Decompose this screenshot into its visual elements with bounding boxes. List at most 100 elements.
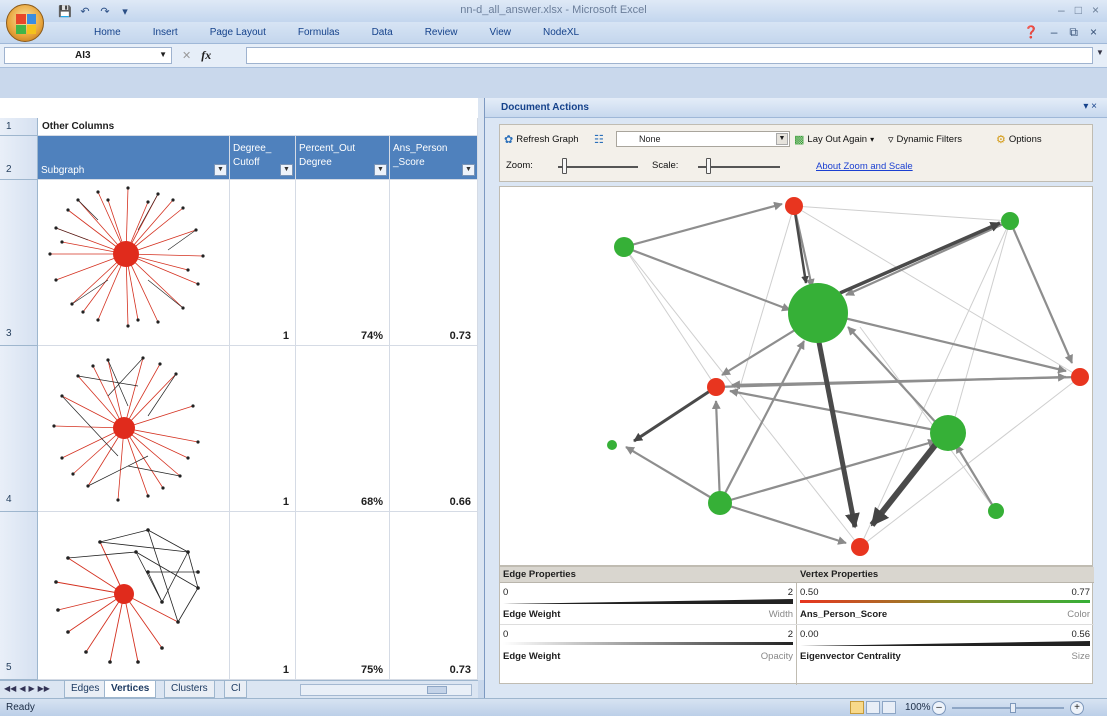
- tab-nodexl[interactable]: NodeXL: [527, 26, 595, 40]
- header-subgraph[interactable]: Subgraph ▼: [38, 136, 230, 180]
- workbook-close-button[interactable]: ×: [1090, 25, 1097, 40]
- horizontal-scrollbar[interactable]: [300, 684, 472, 696]
- dynamic-filters-label: Dynamic Filters: [896, 133, 962, 145]
- header-degree-cutoff[interactable]: Degree_ Cutoff ▼: [230, 136, 296, 180]
- filter-dropdown-icon[interactable]: ▼: [280, 164, 293, 176]
- row-header-3[interactable]: 3: [0, 180, 38, 346]
- close-button[interactable]: ×: [1092, 3, 1099, 17]
- last-sheet-icon[interactable]: ▶▶: [38, 684, 50, 693]
- subgraph-image-cell[interactable]: [38, 512, 230, 680]
- sheet-tab-cl[interactable]: Cl: [224, 681, 248, 698]
- other-columns-label[interactable]: Other Columns: [38, 118, 230, 136]
- filter-dropdown-icon[interactable]: ▼: [214, 164, 227, 176]
- cell-ans-person-score[interactable]: 0.73: [390, 512, 478, 680]
- prev-sheet-icon[interactable]: ◀: [19, 684, 25, 693]
- vertex-size-mapping[interactable]: Eigenvector Centrality Size: [797, 649, 1094, 667]
- normal-view-button[interactable]: [850, 701, 864, 714]
- lay-out-again-button[interactable]: ▩ Lay Out Again ▾: [794, 131, 874, 147]
- dynamic-filters-button[interactable]: ▿ Dynamic Filters: [888, 131, 962, 147]
- zoom-level[interactable]: 100%: [905, 702, 931, 713]
- formula-input[interactable]: [246, 47, 1093, 64]
- filter-dropdown-icon[interactable]: ▼: [374, 164, 387, 176]
- name-box[interactable]: AI3 ▼: [4, 47, 172, 64]
- tab-review[interactable]: Review: [409, 26, 474, 40]
- header-ans-person-score[interactable]: Ans_Person _Score ▼: [390, 136, 478, 180]
- edge-width-range[interactable]: 0 2: [500, 585, 797, 607]
- tab-insert[interactable]: Insert: [137, 26, 194, 40]
- cell-empty[interactable]: [230, 118, 478, 136]
- subgraph-image-cell[interactable]: [38, 180, 230, 346]
- size-ramp: [800, 641, 1090, 646]
- zoom-level-thumb[interactable]: [1010, 703, 1016, 713]
- chevron-down-icon[interactable]: ▼: [776, 133, 788, 145]
- chevron-down-icon[interactable]: ▾: [870, 135, 874, 144]
- scale-slider-thumb[interactable]: [706, 158, 711, 174]
- cell-degree-cutoff[interactable]: 1: [230, 512, 296, 680]
- value-degree-cutoff: 1: [282, 664, 289, 676]
- cell-ans-person-score[interactable]: 0.66: [390, 346, 478, 512]
- expand-formula-bar-icon[interactable]: ▼: [1095, 48, 1105, 63]
- tab-formulas[interactable]: Formulas: [282, 26, 356, 40]
- next-sheet-icon[interactable]: ▶: [28, 684, 34, 693]
- tab-view[interactable]: View: [473, 26, 527, 40]
- row-header-5[interactable]: 5: [0, 512, 38, 680]
- zoom-slider[interactable]: [558, 166, 638, 168]
- help-icon[interactable]: ❓: [1024, 25, 1039, 40]
- tab-page-layout[interactable]: Page Layout: [194, 26, 282, 40]
- pane-controls[interactable]: ▾ ×: [1083, 101, 1097, 112]
- maximize-button[interactable]: □: [1075, 3, 1082, 17]
- minimize-button[interactable]: –: [1058, 3, 1065, 17]
- cell-degree-cutoff[interactable]: 1: [230, 180, 296, 346]
- page-layout-view-button[interactable]: [866, 701, 880, 714]
- cell-ans-person-score[interactable]: 0.73: [390, 180, 478, 346]
- subgraph-thumbnail: [54, 528, 200, 664]
- sheet-tab-edges[interactable]: Edges: [64, 681, 107, 698]
- cancel-formula-icon[interactable]: ✕: [182, 49, 191, 62]
- workbook-minimize-button[interactable]: –: [1051, 25, 1058, 40]
- tab-data[interactable]: Data: [356, 26, 409, 40]
- subgraph-image-cell[interactable]: [38, 346, 230, 512]
- page-break-view-button[interactable]: [882, 701, 896, 714]
- insert-function-button[interactable]: fx: [201, 48, 211, 63]
- workbook-restore-button[interactable]: ⧉: [1069, 25, 1078, 40]
- layout-select[interactable]: None ▼: [616, 131, 790, 147]
- scroll-thumb[interactable]: [427, 686, 447, 694]
- zoom-level-slider[interactable]: [952, 707, 1064, 709]
- vertex-color-range[interactable]: 0.50 0.77: [797, 585, 1094, 607]
- office-button[interactable]: [6, 4, 44, 42]
- vertex-size-range[interactable]: 0.00 0.56: [797, 627, 1094, 649]
- edge-opacity-range[interactable]: 0 2: [500, 627, 797, 649]
- edge-width-source: Edge Weight: [503, 609, 561, 620]
- cell-degree-cutoff[interactable]: 1: [230, 346, 296, 512]
- about-zoom-and-scale-link[interactable]: About Zoom and Scale: [816, 161, 913, 172]
- sheet-tab-vertices[interactable]: Vertices: [104, 681, 157, 698]
- refresh-graph-button[interactable]: ✿ Refresh Graph: [504, 131, 579, 147]
- row-header-1[interactable]: 1: [0, 118, 38, 136]
- sheet-tab-clusters[interactable]: Clusters: [164, 681, 215, 698]
- vertex: [1071, 368, 1089, 386]
- tab-home[interactable]: Home: [78, 26, 137, 40]
- row-header-4[interactable]: 4: [0, 346, 38, 512]
- zoom-label: Zoom:: [506, 159, 533, 171]
- cell-percent-out-degree[interactable]: 75%: [296, 512, 390, 680]
- cell-percent-out-degree[interactable]: 68%: [296, 346, 390, 512]
- edge-opacity-mapping[interactable]: Edge Weight Opacity: [500, 649, 797, 667]
- edge-width-target: Width: [768, 609, 793, 620]
- row-header-2[interactable]: 2: [0, 136, 38, 180]
- cell-percent-out-degree[interactable]: 74%: [296, 180, 390, 346]
- lay-out-again-icon: ▩: [794, 133, 805, 146]
- header-percent-out-degree[interactable]: Percent_Out Degree ▼: [296, 136, 390, 180]
- vertex: [1001, 212, 1019, 230]
- vertex-color-mapping[interactable]: Ans_Person_Score Color: [797, 607, 1094, 625]
- worksheet-grid[interactable]: 1 Other Columns 2 Subgraph ▼ Degree_ Cut…: [0, 98, 478, 680]
- first-sheet-icon[interactable]: ◀◀: [4, 684, 16, 693]
- zoom-in-button[interactable]: +: [1070, 701, 1084, 715]
- options-button[interactable]: ⚙ Options: [996, 131, 1042, 147]
- edge-properties: Edge Properties 0 2 Edge Weight Width 0 …: [500, 567, 797, 685]
- zoom-slider-thumb[interactable]: [562, 158, 567, 174]
- edge-width-mapping[interactable]: Edge Weight Width: [500, 607, 797, 625]
- graph-canvas[interactable]: [499, 186, 1093, 566]
- zoom-out-button[interactable]: –: [932, 701, 946, 715]
- chevron-down-icon[interactable]: ▼: [159, 50, 167, 59]
- filter-dropdown-icon[interactable]: ▼: [462, 164, 475, 176]
